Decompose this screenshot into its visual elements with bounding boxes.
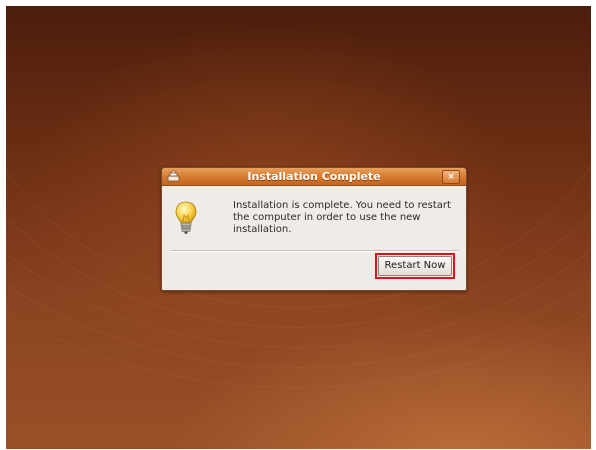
- close-button[interactable]: ×: [442, 170, 460, 184]
- dialog-title: Installation Complete: [247, 170, 381, 183]
- completion-message: Installation is complete. You need to re…: [233, 200, 451, 235]
- dialog-separator: [170, 250, 458, 252]
- restart-now-button[interactable]: Restart Now: [378, 256, 452, 276]
- close-icon: ×: [447, 172, 455, 182]
- dialog-titlebar[interactable]: Installation Complete ×: [162, 168, 466, 186]
- installation-complete-dialog: Installation Complete × Installation is …: [161, 167, 467, 291]
- lightbulb-icon: [175, 201, 197, 234]
- dialog-content: Installation is complete. You need to re…: [162, 186, 466, 249]
